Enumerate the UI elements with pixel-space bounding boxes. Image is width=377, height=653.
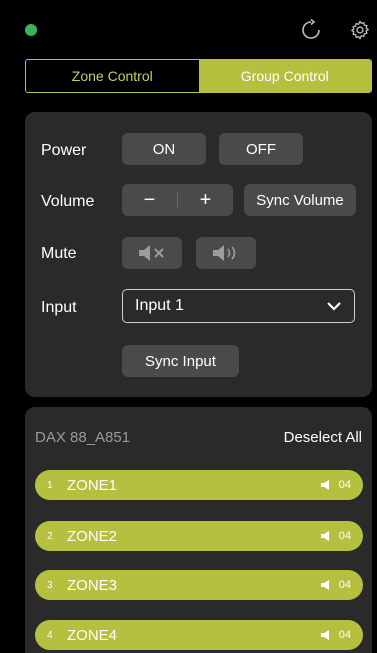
zone-volume-value: 04 — [338, 629, 351, 641]
power-on-button[interactable]: ON — [122, 133, 206, 165]
group-controls-panel: Power ON OFF Volume − + Sync Volume Mute… — [25, 112, 372, 397]
zones-panel: DAX 88_A851 Deselect All 1 ZONE1 04 2 ZO… — [25, 407, 372, 653]
sync-input-button[interactable]: Sync Input — [122, 345, 239, 377]
zone-number: 1 — [47, 479, 53, 491]
speaker-icon — [320, 531, 329, 541]
power-off-button[interactable]: OFF — [219, 133, 303, 165]
device-title: DAX 88_A851 — [35, 429, 131, 446]
zone-item[interactable]: 4 ZONE4 04 — [35, 620, 363, 650]
mute-on-button[interactable] — [122, 237, 182, 269]
mute-label: Mute — [41, 245, 77, 262]
power-label: Power — [41, 142, 87, 159]
zone-volume-value: 04 — [338, 579, 351, 591]
volume-label: Volume — [41, 193, 95, 210]
zone-volume: 04 — [320, 479, 351, 491]
speaker-sound-icon — [213, 245, 236, 261]
zone-name: ZONE4 — [67, 626, 118, 644]
zone-name: ZONE3 — [67, 576, 118, 594]
volume-down-button[interactable]: − — [122, 184, 177, 216]
control-mode-tabs: Zone Control Group Control — [25, 59, 372, 93]
tab-zone-control[interactable]: Zone Control — [26, 60, 199, 92]
tab-group-control[interactable]: Group Control — [198, 60, 371, 92]
zone-number: 3 — [47, 579, 53, 591]
input-select-value: Input 1 — [135, 297, 184, 314]
zone-item[interactable]: 3 ZONE3 04 — [35, 570, 363, 600]
zone-name: ZONE2 — [67, 527, 118, 545]
speaker-icon — [320, 630, 329, 640]
input-select[interactable]: Input 1 — [122, 289, 355, 323]
speaker-icon — [320, 480, 329, 490]
zone-number: 4 — [47, 629, 53, 641]
gear-icon[interactable] — [346, 16, 374, 44]
volume-stepper: − + — [122, 184, 233, 216]
deselect-all-button[interactable]: Deselect All — [284, 429, 362, 446]
zone-name: ZONE1 — [67, 476, 118, 494]
zone-volume: 04 — [320, 629, 351, 641]
chevron-down-icon — [327, 302, 341, 311]
volume-up-button[interactable]: + — [178, 184, 233, 216]
sync-volume-button[interactable]: Sync Volume — [244, 184, 356, 216]
zone-number: 2 — [47, 530, 53, 542]
zone-item[interactable]: 2 ZONE2 04 — [35, 521, 363, 551]
top-bar — [0, 0, 377, 58]
refresh-icon[interactable] — [297, 16, 325, 44]
mute-off-button[interactable] — [196, 237, 256, 269]
zone-volume-value: 04 — [338, 530, 351, 542]
zone-volume: 04 — [320, 579, 351, 591]
zone-volume: 04 — [320, 530, 351, 542]
speaker-icon — [320, 580, 329, 590]
input-label: Input — [41, 299, 77, 316]
speaker-muted-icon — [139, 245, 164, 261]
zone-volume-value: 04 — [338, 479, 351, 491]
zone-item[interactable]: 1 ZONE1 04 — [35, 470, 363, 500]
connection-status-icon — [25, 24, 37, 36]
